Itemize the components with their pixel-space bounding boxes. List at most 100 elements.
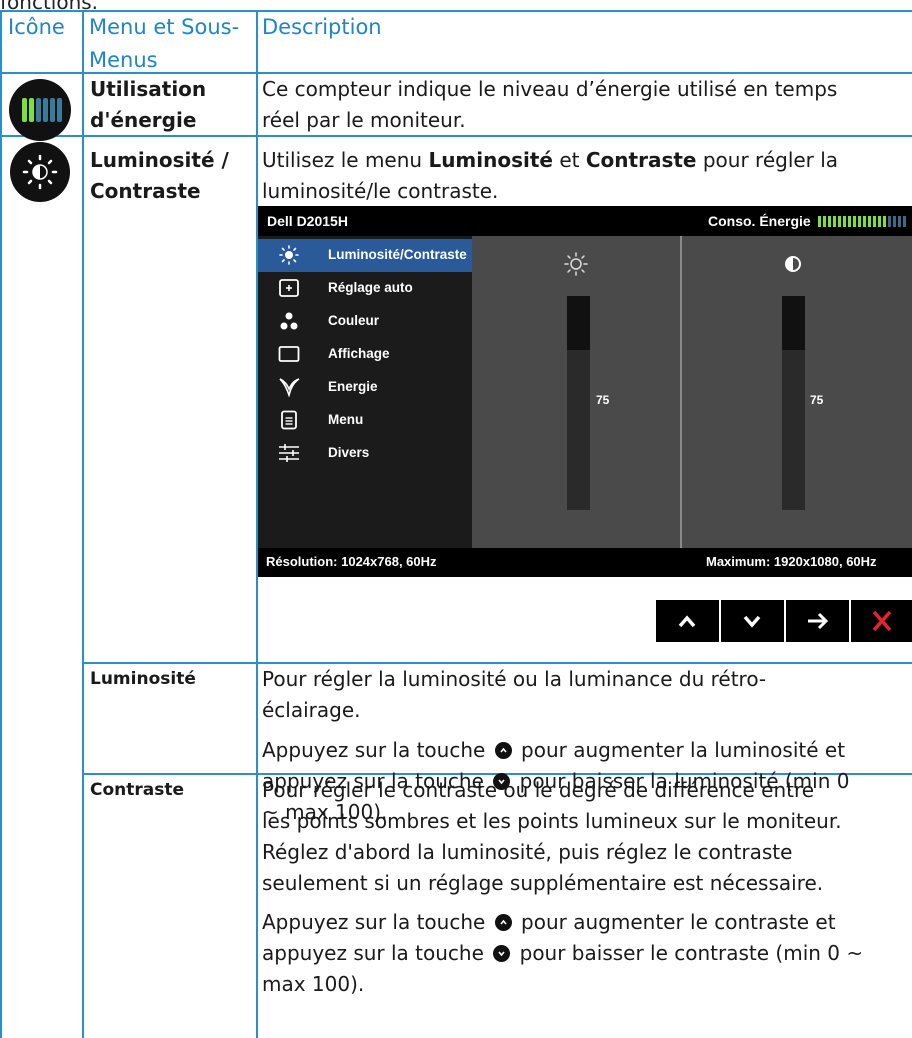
osd-menu-item-auto-adjust[interactable]: Réglage auto <box>258 272 472 305</box>
contrast-p2-line1: Appuyez sur la touche pour augmenter le … <box>262 907 836 938</box>
energy-meter-bar <box>868 216 871 227</box>
osd-resolution: Résolution: 1024x768, 60Hz <box>266 554 437 569</box>
header-menu-line2: Menus <box>89 48 158 72</box>
menu-icon <box>281 410 297 430</box>
contrast-p2-line3: max 100). <box>262 972 365 996</box>
left-border <box>0 10 2 1038</box>
header-icon: Icône <box>8 15 65 39</box>
contrast-p1-line1: Pour régler le contraste ou le degré de … <box>262 778 815 802</box>
text: pour augmenter la luminosité et <box>514 738 846 762</box>
brightness-slider-fill <box>567 296 590 350</box>
down-button-icon <box>493 945 511 962</box>
brightness-slider[interactable] <box>567 296 590 510</box>
contrast-name: Contraste <box>90 780 185 800</box>
brightness-value: 75 <box>596 393 610 407</box>
contrast-p1-line4: seulement si un réglage supplémentaire e… <box>262 871 824 895</box>
osd-menu-item-color[interactable]: Couleur <box>258 305 472 338</box>
energy-meter-bar <box>828 216 831 227</box>
contrast-p1-line3: Réglez d'abord la luminosité, puis régle… <box>262 840 793 864</box>
up-button[interactable] <box>656 600 719 642</box>
energy-meter-bar <box>903 216 906 227</box>
right-button[interactable] <box>786 600 849 642</box>
others-icon <box>279 444 299 462</box>
text: Appuyez sur la touche <box>262 910 492 934</box>
energy-meter-bar <box>873 216 876 227</box>
brightness-icon <box>10 142 70 202</box>
energy-meter-icon <box>9 79 71 141</box>
brightness-p2-line1: Appuyez sur la touche pour augmenter la … <box>262 735 845 766</box>
osd-menu-item-energy[interactable]: Energie <box>258 371 472 404</box>
osd-maximum: Maximum: 1920x1080, 60Hz <box>706 554 877 569</box>
energy-desc-line2: réel par le moniteur. <box>262 108 466 132</box>
bc-desc-line2: luminosité/le contraste. <box>262 179 499 203</box>
osd-menu-item-brightness-contrast[interactable]: Luminosité/Contraste <box>258 239 472 272</box>
osd-bottom-bar: Résolution: 1024x768, 60Hz Maximum: 1920… <box>258 548 912 577</box>
osd-menu-item-menu[interactable]: Menu <box>258 404 472 437</box>
osd-menu-item-display[interactable]: Affichage <box>258 338 472 371</box>
contrast-p2-line2: appuyez sur la touche pour baisser le co… <box>262 938 863 969</box>
color-icon <box>280 312 298 330</box>
osd-menu-label: Menu <box>328 412 364 427</box>
osd-menu-item-others[interactable]: Divers <box>258 437 472 470</box>
energy-desc-line1: Ce compteur indique le niveau d’énergie … <box>262 77 838 101</box>
osd-top-bar: Dell D2015H Conso. Énergie <box>258 206 912 236</box>
close-button[interactable] <box>851 600 912 642</box>
energy-meter-bar <box>888 216 891 227</box>
osd-energy-label: Conso. Énergie <box>708 213 811 229</box>
energy-meter-bar <box>833 216 836 227</box>
osd-screenshot: Dell D2015H Conso. Énergie Luminosité/Co… <box>258 206 912 577</box>
text: pour baisser le contraste (min 0 ~ <box>513 941 864 965</box>
text: pour augmenter le contraste et <box>514 910 836 934</box>
bc-desc-bold-1: Luminosité <box>428 148 553 172</box>
osd-brightness-panel: 75 <box>472 236 680 548</box>
energy-leaf-icon <box>279 378 300 397</box>
brightness-p1-line1: Pour régler la luminosité ou la luminanc… <box>262 667 767 691</box>
up-button-icon <box>494 742 512 759</box>
close-icon <box>872 610 892 632</box>
right-arrow-icon <box>808 612 829 630</box>
osd-menu-label: Réglage auto <box>328 280 413 295</box>
bc-desc-line1: Utilisez le menu Luminosité et Contraste… <box>262 145 838 176</box>
up-button-icon <box>494 914 512 931</box>
osd-menu-label: Affichage <box>328 346 390 361</box>
down-button[interactable] <box>721 600 784 642</box>
bc-desc-pre: Utilisez le menu <box>262 148 429 172</box>
bc-desc-bold-2: Contraste <box>585 148 697 172</box>
energy-meter-bar <box>818 216 821 227</box>
brightness-icon <box>564 252 588 276</box>
energy-meter-bar <box>863 216 866 227</box>
osd-menu: Luminosité/Contraste Réglage auto Couleu… <box>258 236 472 548</box>
bc-desc-post: pour régler la <box>696 148 839 172</box>
osd-menu-label: Luminosité/Contraste <box>328 247 467 262</box>
brightness-p1-line2: éclairage. <box>262 698 361 722</box>
energy-meter-bar <box>838 216 841 227</box>
energy-meter-bar <box>823 216 826 227</box>
osd-menu-label: Energie <box>328 379 378 394</box>
osd-model: Dell D2015H <box>267 213 348 229</box>
energy-meter-bar <box>898 216 901 227</box>
contrast-p1-line2: les points sombres et les points lumineu… <box>262 809 842 833</box>
energy-meter-bar <box>893 216 896 227</box>
header-description: Description <box>262 15 382 39</box>
down-arrow-icon <box>743 615 761 628</box>
energy-name-line1: Utilisation <box>90 77 207 101</box>
contrast-icon <box>785 256 801 272</box>
bc-name-line1: Luminosité / <box>90 148 229 172</box>
contrast-value: 75 <box>810 393 824 407</box>
energy-meter-bar <box>843 216 846 227</box>
contrast-slider-fill <box>782 296 805 350</box>
text: appuyez sur la touche <box>262 941 491 965</box>
bc-name-line2: Contraste <box>90 179 201 203</box>
energy-meter-bar <box>878 216 881 227</box>
auto-adjust-icon <box>279 279 299 297</box>
energy-name-line2: d'énergie <box>90 108 197 132</box>
up-arrow-icon <box>678 615 696 628</box>
brightness-name: Luminosité <box>90 669 196 689</box>
text: Appuyez sur la touche <box>262 738 492 762</box>
osd-menu-label: Divers <box>328 445 370 460</box>
energy-meter-bar <box>853 216 856 227</box>
col-divider-1 <box>82 10 84 1038</box>
energy-meter-bar <box>883 216 886 227</box>
contrast-slider[interactable] <box>782 296 805 510</box>
header-menu-line1: Menu et Sous- <box>89 15 240 39</box>
